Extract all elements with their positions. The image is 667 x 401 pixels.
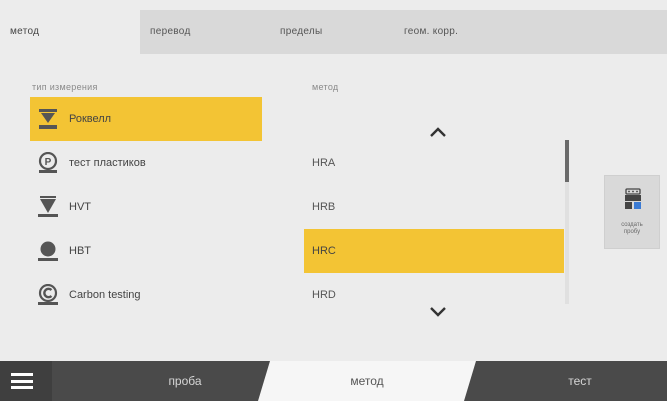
- type-item-carbon-testing[interactable]: Carbon testing: [30, 273, 262, 317]
- bottom-nav-bar: проба метод тест: [0, 361, 667, 401]
- type-item-label: HVT: [69, 201, 91, 213]
- method-item-hrc[interactable]: HRC: [304, 229, 564, 273]
- type-item-hbt[interactable]: HBT: [30, 229, 262, 273]
- tab-limits[interactable]: пределы: [270, 10, 394, 54]
- hbt-icon: [37, 240, 59, 262]
- type-item-label: Роквелл: [69, 113, 112, 125]
- tab-method[interactable]: метод: [0, 10, 140, 54]
- bottom-tab-method[interactable]: метод: [272, 361, 462, 401]
- bottom-tab-test[interactable]: тест: [510, 361, 650, 401]
- chevron-down-icon: [416, 307, 460, 331]
- sample-holder-icon: [622, 188, 644, 210]
- tab-conversion[interactable]: перевод: [140, 10, 270, 54]
- type-item-rockwell[interactable]: Роквелл: [30, 97, 262, 141]
- method-list: HRA HRB HRC HRD: [304, 97, 568, 341]
- svg-text:P: P: [45, 157, 52, 168]
- method-item-hra[interactable]: HRA: [304, 141, 564, 185]
- type-item-plastics-test[interactable]: P тест пластиков: [30, 141, 262, 185]
- rockwell-icon: [37, 108, 59, 130]
- menu-button[interactable]: [0, 361, 52, 401]
- type-item-label: HBT: [69, 245, 91, 257]
- create-sample-label-line1: создать: [621, 222, 643, 228]
- type-item-label: тест пластиков: [69, 157, 146, 169]
- create-sample-label-line2: пробу: [623, 229, 641, 235]
- create-sample-button[interactable]: создать пробу: [604, 175, 660, 249]
- type-item-hvt[interactable]: HVT: [30, 185, 262, 229]
- hvt-icon: [37, 196, 59, 218]
- scroll-down-button[interactable]: [416, 297, 460, 327]
- type-item-label: Carbon testing: [69, 289, 141, 301]
- screen: метод перевод пределы геом. корр. тип из…: [0, 0, 667, 401]
- tab-geometric-correction[interactable]: геом. корр.: [394, 10, 524, 54]
- carbon-testing-icon: [37, 283, 59, 306]
- top-tab-bar: метод перевод пределы геом. корр.: [0, 10, 667, 54]
- method-header: метод: [312, 82, 339, 92]
- method-scrollbar-thumb[interactable]: [565, 140, 569, 182]
- bottom-tab-sample[interactable]: проба: [120, 361, 250, 401]
- measurement-type-header: тип измерения: [32, 82, 98, 92]
- plastics-test-icon: P: [37, 151, 59, 174]
- method-item-hrb[interactable]: HRB: [304, 185, 564, 229]
